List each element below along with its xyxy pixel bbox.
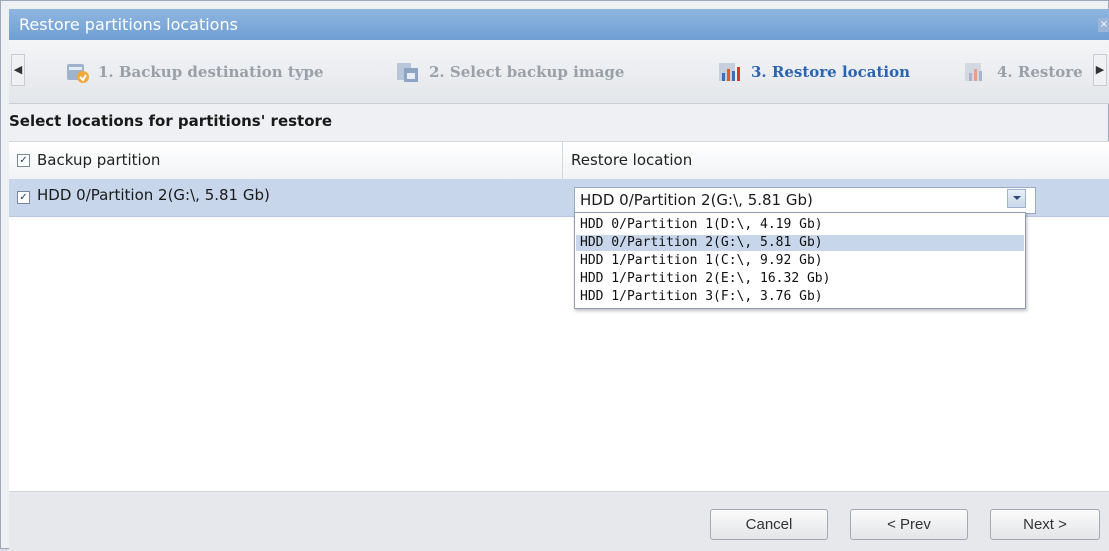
dropdown-option[interactable]: HDD 1/Partition 1(C:\, 9.92 Gb) bbox=[576, 253, 1024, 269]
cancel-button[interactable]: Cancel bbox=[710, 509, 828, 540]
grid-header: ✓ Backup partition Restore location bbox=[9, 142, 1109, 180]
restore-dialog: Restore partitions locations × ◀ 1. Back… bbox=[0, 0, 1109, 551]
close-icon[interactable]: × bbox=[1098, 18, 1109, 32]
partitions-grid: ✓ Backup partition Restore location ✓ HD… bbox=[9, 141, 1109, 492]
step-restore[interactable]: 4. Restore bbox=[963, 40, 1083, 103]
restore-location-dropdown: HDD 0/Partition 1(D:\, 4.19 Gb) HDD 0/Pa… bbox=[574, 212, 1026, 309]
restore-icon bbox=[963, 59, 989, 85]
chevron-down-icon[interactable] bbox=[1007, 189, 1026, 208]
scroll-right-icon[interactable]: ▶ bbox=[1093, 54, 1107, 86]
row-checkbox[interactable]: ✓ bbox=[17, 191, 30, 204]
wizard-steps-bar: ◀ 1. Backup destination type 2. Select b… bbox=[9, 40, 1109, 104]
restore-location-select[interactable]: HDD 0/Partition 2(G:\, 5.81 Gb) bbox=[574, 187, 1036, 214]
window-title: Restore partitions locations bbox=[19, 15, 238, 34]
dropdown-option[interactable]: HDD 1/Partition 2(E:\, 16.32 Gb) bbox=[576, 271, 1024, 287]
select-all-checkbox[interactable]: ✓ bbox=[17, 154, 30, 167]
step-label: 2. Select backup image bbox=[429, 62, 625, 81]
dialog-footer: Cancel < Prev Next > bbox=[9, 491, 1109, 551]
column-header-restore-location[interactable]: Restore location bbox=[571, 142, 692, 179]
column-header-backup-partition[interactable]: Backup partition bbox=[37, 142, 160, 179]
section-title: Select locations for partitions' restore bbox=[9, 112, 333, 130]
step-label: 1. Backup destination type bbox=[98, 62, 324, 81]
step-label: 4. Restore bbox=[997, 62, 1083, 81]
backup-image-icon bbox=[395, 59, 421, 85]
backup-partition-cell: HDD 0/Partition 2(G:\, 5.81 Gb) bbox=[37, 186, 270, 204]
restore-location-value: HDD 0/Partition 2(G:\, 5.81 Gb) bbox=[580, 191, 813, 209]
step-select-backup-image[interactable]: 2. Select backup image bbox=[395, 40, 624, 103]
next-button[interactable]: Next > bbox=[990, 509, 1100, 540]
column-divider[interactable] bbox=[562, 142, 563, 179]
dropdown-option[interactable]: HDD 1/Partition 3(F:\, 3.76 Gb) bbox=[576, 289, 1024, 305]
prev-button[interactable]: < Prev bbox=[850, 509, 968, 540]
step-restore-location[interactable]: 3. Restore location bbox=[717, 40, 910, 103]
dropdown-option[interactable]: HDD 0/Partition 1(D:\, 4.19 Gb) bbox=[576, 217, 1024, 233]
step-backup-destination-type[interactable]: 1. Backup destination type bbox=[64, 40, 324, 103]
backup-destination-icon bbox=[64, 59, 90, 85]
step-label: 3. Restore location bbox=[751, 62, 911, 81]
dropdown-option-selected[interactable]: HDD 0/Partition 2(G:\, 5.81 Gb) bbox=[576, 235, 1024, 251]
scroll-left-icon[interactable]: ◀ bbox=[11, 54, 25, 86]
title-bar: Restore partitions locations × bbox=[9, 9, 1109, 40]
restore-location-icon bbox=[717, 59, 743, 85]
